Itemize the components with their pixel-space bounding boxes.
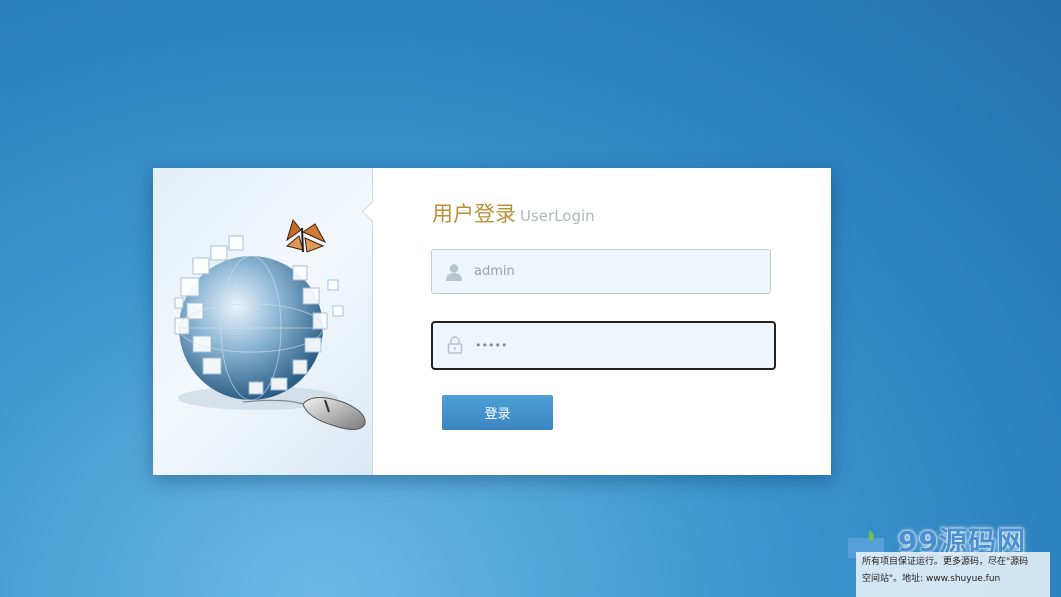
username-field[interactable] — [431, 249, 771, 294]
password-field[interactable] — [431, 321, 776, 370]
watermark-line-1: 所有项目保证运行。更多源码，尽在"源码 — [862, 557, 1029, 567]
watermark-note: 所有项目保证运行。更多源码，尽在"源码 空间站"。地址: www.shuyue.… — [856, 552, 1050, 597]
title-english: UserLogin — [520, 207, 595, 225]
globe-illustration — [174, 218, 366, 430]
title-chinese: 用户登录 — [432, 202, 516, 226]
username-input[interactable] — [474, 250, 754, 293]
user-icon — [446, 264, 462, 281]
login-title: 用户登录 UserLogin — [432, 198, 595, 228]
watermark: 99源码网 所有项目保证运行。更多源码，尽在"源码 空间站"。地址: www.s… — [848, 520, 1052, 597]
illustration-panel — [153, 168, 373, 475]
lock-icon — [447, 336, 463, 354]
login-button[interactable]: 登录 — [442, 395, 553, 430]
login-card: 用户登录UserLogin 登录 — [153, 168, 831, 475]
watermark-line-2: 空间站"。地址: www.shuyue.fun — [862, 574, 1001, 584]
password-input[interactable] — [475, 323, 755, 368]
